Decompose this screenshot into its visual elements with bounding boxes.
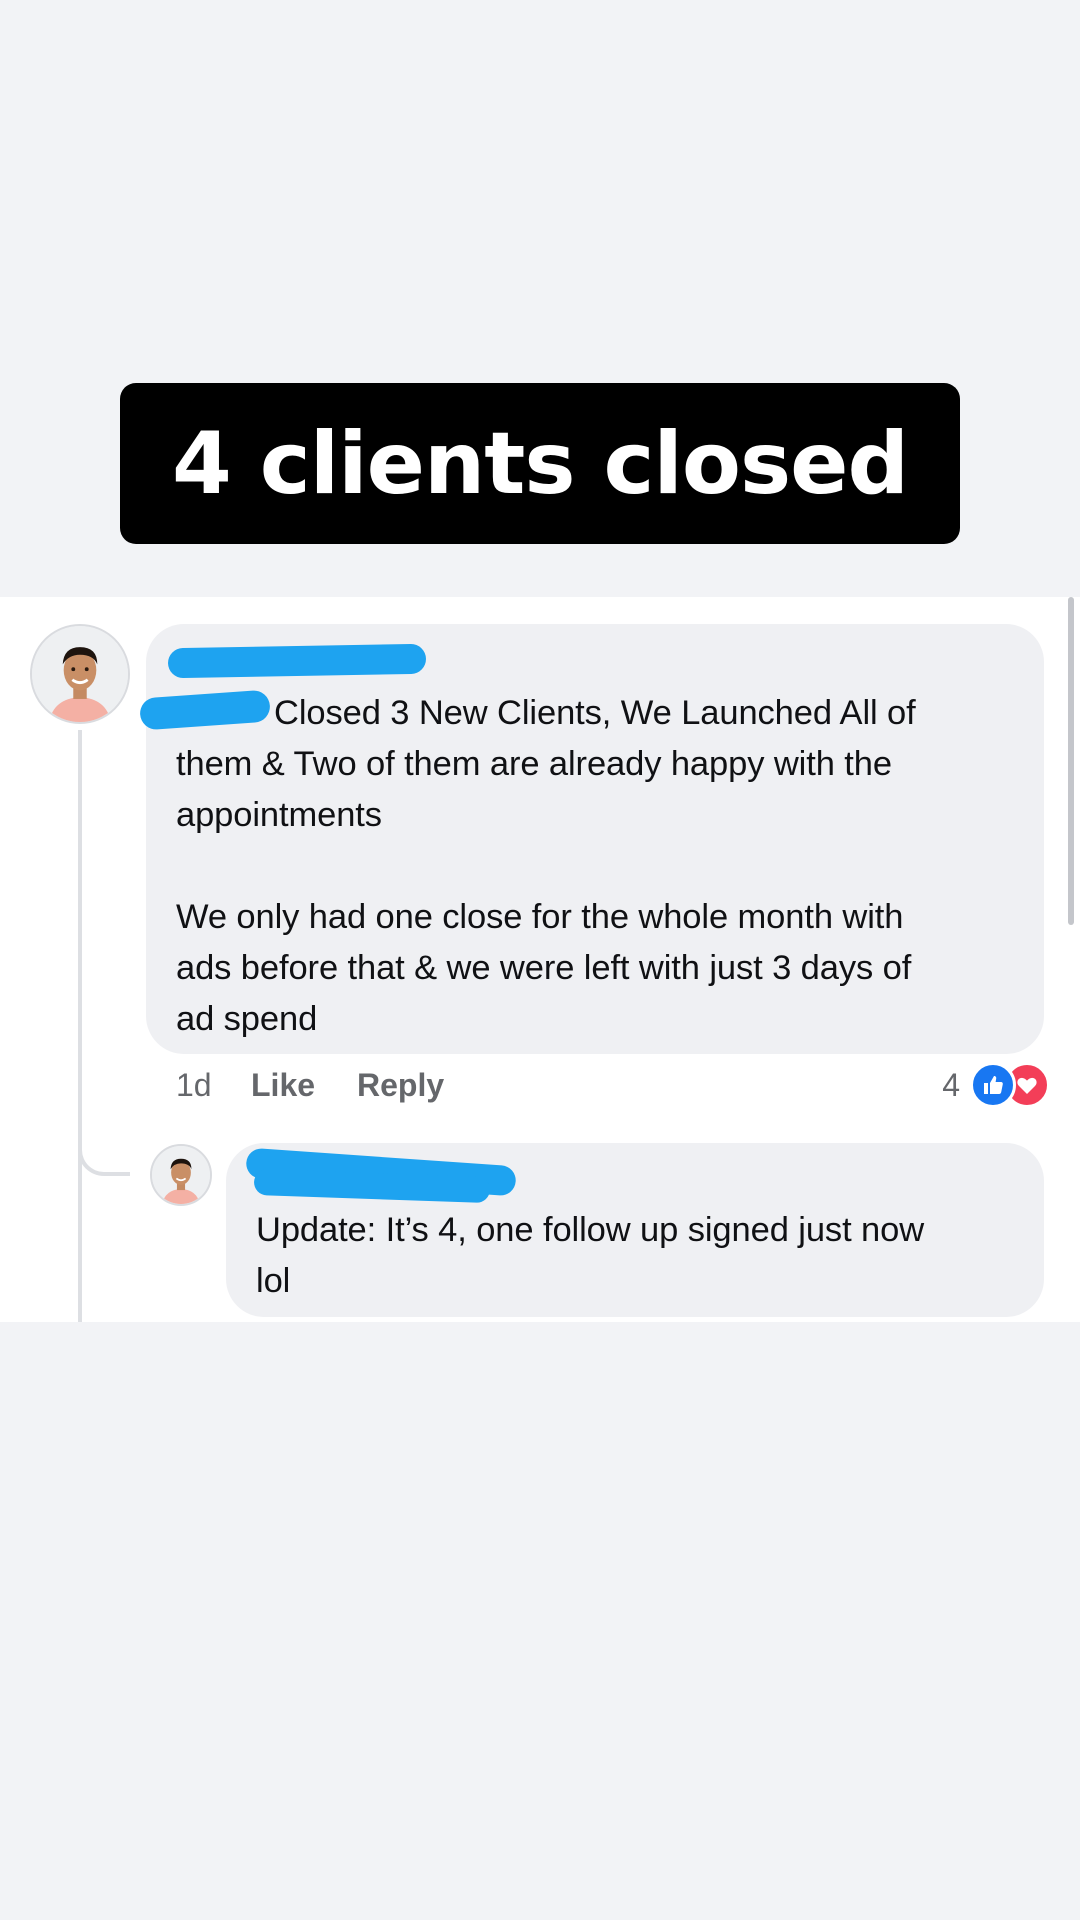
replier-avatar[interactable] xyxy=(150,1144,212,1206)
thread-line xyxy=(78,730,82,1322)
comment-first-line: Closed 3 New Clients, We Launched All of xyxy=(274,694,916,732)
comment-body-rest: them & Two of them are already happy wit… xyxy=(176,745,912,1038)
like-icon xyxy=(970,1062,1016,1108)
reply-text: Update: It’s 4, one follow up signed jus… xyxy=(256,1211,925,1300)
reply-button[interactable]: Reply xyxy=(357,1060,444,1110)
like-button[interactable]: Like xyxy=(251,1060,315,1110)
commenter-avatar[interactable] xyxy=(30,624,130,724)
reaction-count: 4 xyxy=(942,1066,960,1103)
scrollbar[interactable] xyxy=(1068,597,1074,925)
reply-bubble: Update: It’s 4, one follow up signed jus… xyxy=(226,1143,1044,1317)
comment-text: Closed 3 New Clients, We Launched All of… xyxy=(176,688,1026,1045)
title-banner: 4 clients closed xyxy=(120,383,960,544)
thread-branch xyxy=(78,1130,130,1176)
reaction-summary[interactable]: 4 xyxy=(942,1062,1050,1108)
redacted-name xyxy=(167,643,427,679)
comment-timestamp: 1d xyxy=(176,1066,212,1103)
banner-title: 4 clients closed xyxy=(171,413,909,514)
comment-bubble: Closed 3 New Clients, We Launched All of… xyxy=(139,624,1044,1054)
